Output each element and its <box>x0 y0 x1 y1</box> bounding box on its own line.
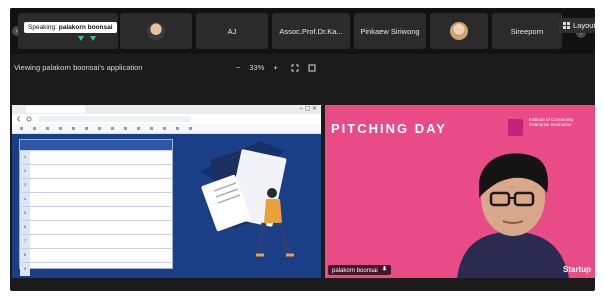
row-number: 6 <box>20 221 30 234</box>
table-row: 1 <box>20 150 172 164</box>
institute-logo: Institute of Community Enterprise Incuba… <box>529 117 574 127</box>
speaker-image <box>457 153 569 278</box>
zoom-value: 33% <box>249 63 265 72</box>
layout-grid-icon <box>563 22 570 29</box>
reload-icon[interactable] <box>26 116 32 122</box>
participant-tile-speaker[interactable]: Speaking: palakorn boonsai <box>18 13 118 49</box>
participant-tile-2[interactable] <box>120 13 192 49</box>
browser-tab-bar: – ▢ ✕ <box>12 105 321 114</box>
participant-tile-6[interactable] <box>430 13 488 49</box>
participant-name-label: palakorn boonsai <box>328 265 392 275</box>
window-controls-icon[interactable]: – ▢ ✕ <box>300 105 317 112</box>
speaker-video[interactable]: PITCHING DAY Institute of Community Ente… <box>325 105 595 278</box>
document-illustration <box>200 141 294 257</box>
screen-share-view[interactable]: – ▢ ✕ 1 2 3 4 5 6 7 8 9 <box>12 105 321 278</box>
table-header <box>20 140 172 150</box>
participant-strip: ‹ Speaking: palakorn boonsai AJ Assoc.Pr… <box>10 8 595 54</box>
row-number: 7 <box>20 235 30 248</box>
toolbar-icons <box>20 127 192 130</box>
participant-name: AJ <box>227 26 237 36</box>
participant-name: Sireeporn <box>510 26 544 36</box>
zoom-out-button[interactable]: − <box>236 63 240 72</box>
row-number: 4 <box>20 193 30 206</box>
speaker-name: palakorn boonsai <box>332 268 378 274</box>
view-options-bar: Viewing palakorn boonsai's application −… <box>10 60 595 76</box>
row-number: 3 <box>20 179 30 192</box>
table-row: 8 <box>20 248 172 262</box>
participant-tile-pinkaew[interactable]: Pinkaew Siriwong <box>354 13 426 49</box>
table-row: 5 <box>20 206 172 220</box>
participant-name: Pinkaew Siriwong <box>360 26 420 36</box>
layout-label: Layout <box>573 21 595 30</box>
zoom-in-button[interactable]: + <box>273 63 277 72</box>
fullscreen-icon[interactable] <box>308 64 316 72</box>
zoom-controls: − 33% + <box>236 63 316 72</box>
viewing-label: Viewing palakorn boonsai's application <box>14 63 143 72</box>
document-table: 1 2 3 4 5 6 7 8 9 <box>19 139 173 276</box>
video-on-icon <box>78 36 84 41</box>
browser-address-row <box>12 114 321 124</box>
mic-on-icon <box>90 36 96 41</box>
video-status-icons <box>78 36 96 41</box>
participant-tile-aj[interactable]: AJ <box>196 13 268 49</box>
table-row: 7 <box>20 234 172 248</box>
banner-footer-text: Startup <box>563 265 591 274</box>
table-row: 3 <box>20 178 172 192</box>
table-row: 4 <box>20 192 172 206</box>
avatar <box>147 22 165 40</box>
row-number: 5 <box>20 207 30 220</box>
banner-title: PITCHING DAY <box>331 121 447 136</box>
mic-icon <box>382 266 388 271</box>
row-number: 1 <box>20 151 30 164</box>
university-logo <box>508 119 523 136</box>
speaking-indicator: Speaking: palakorn boonsai <box>24 22 117 33</box>
table-row: 9 <box>20 262 172 276</box>
row-number: 9 <box>20 263 30 276</box>
address-bar[interactable] <box>38 116 191 122</box>
layout-button[interactable]: Layout <box>558 18 595 33</box>
back-icon[interactable] <box>16 116 22 122</box>
speaking-name: palakorn boonsai <box>58 24 113 31</box>
table-row: 2 <box>20 164 172 178</box>
browser-tab[interactable] <box>26 106 85 113</box>
participant-tile-kasem[interactable]: Assoc.Prof.Dr.Ka... <box>272 13 350 49</box>
table-row: 6 <box>20 220 172 234</box>
meeting-stage: ‹ Speaking: palakorn boonsai AJ Assoc.Pr… <box>10 8 595 291</box>
avatar <box>450 22 468 40</box>
speaking-prefix: Speaking: <box>28 24 57 31</box>
participant-tile-sireeporn[interactable]: Sireeporn <box>492 13 562 49</box>
row-number: 8 <box>20 249 30 262</box>
participant-name: Assoc.Prof.Dr.Ka... <box>279 26 343 36</box>
row-number: 2 <box>20 165 30 178</box>
fit-screen-icon[interactable] <box>291 64 299 72</box>
